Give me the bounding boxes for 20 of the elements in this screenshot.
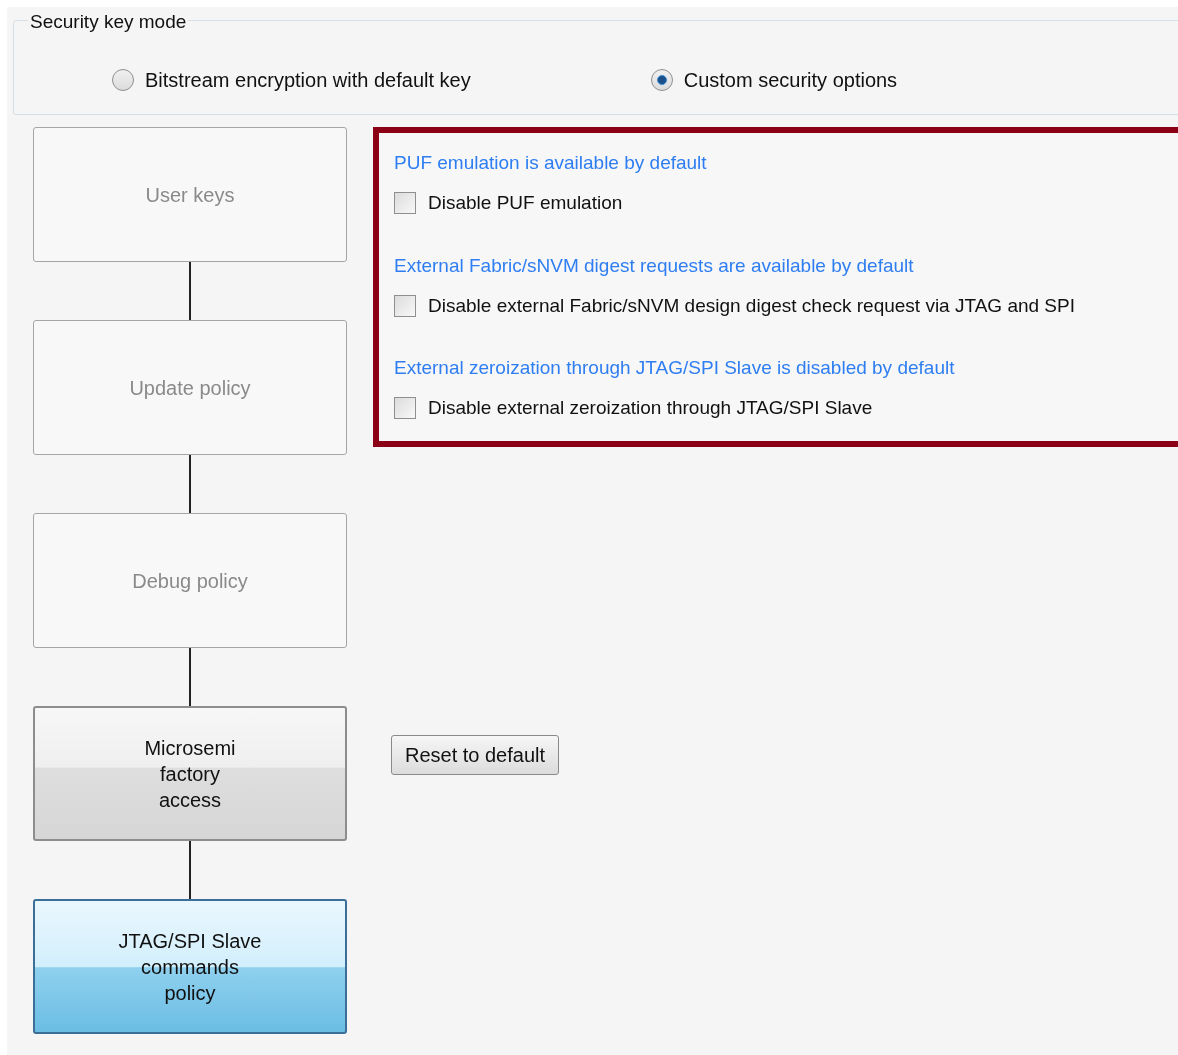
info-note: External zeroization through JTAG/SPI Slave is disabled by default	[394, 356, 956, 380]
radio-button[interactable]	[112, 69, 134, 91]
checkbox[interactable]	[394, 294, 416, 317]
info-note: External Fabric/sNVM digest requests are available by default	[394, 253, 915, 278]
info-note: PUF emulation is available by default	[394, 151, 708, 175]
connector-line	[189, 262, 191, 320]
checkbox-label: Disable external zeroization through JTAG/SPI Slave	[428, 396, 873, 420]
step-box[interactable]: Microsemi factory access	[33, 706, 347, 841]
checkbox[interactable]	[394, 192, 416, 215]
radio-button[interactable]	[650, 69, 673, 91]
step-box[interactable]: JTAG/SPI Slave commands policy	[33, 899, 347, 1034]
checkbox-label: Disable PUF emulation	[428, 191, 623, 215]
checkbox[interactable]	[394, 397, 416, 420]
radio-label: Custom security options	[683, 68, 898, 93]
connector-line	[189, 455, 191, 513]
connector-line	[189, 841, 191, 899]
radio-label: Bitstream encryption with default key	[145, 68, 471, 93]
reset-button[interactable]: Reset to default	[391, 735, 559, 775]
connector-line	[189, 648, 191, 706]
checkbox-label: Disable external Fabric/sNVM design digest check request via JTAG and SPI	[428, 293, 1075, 318]
